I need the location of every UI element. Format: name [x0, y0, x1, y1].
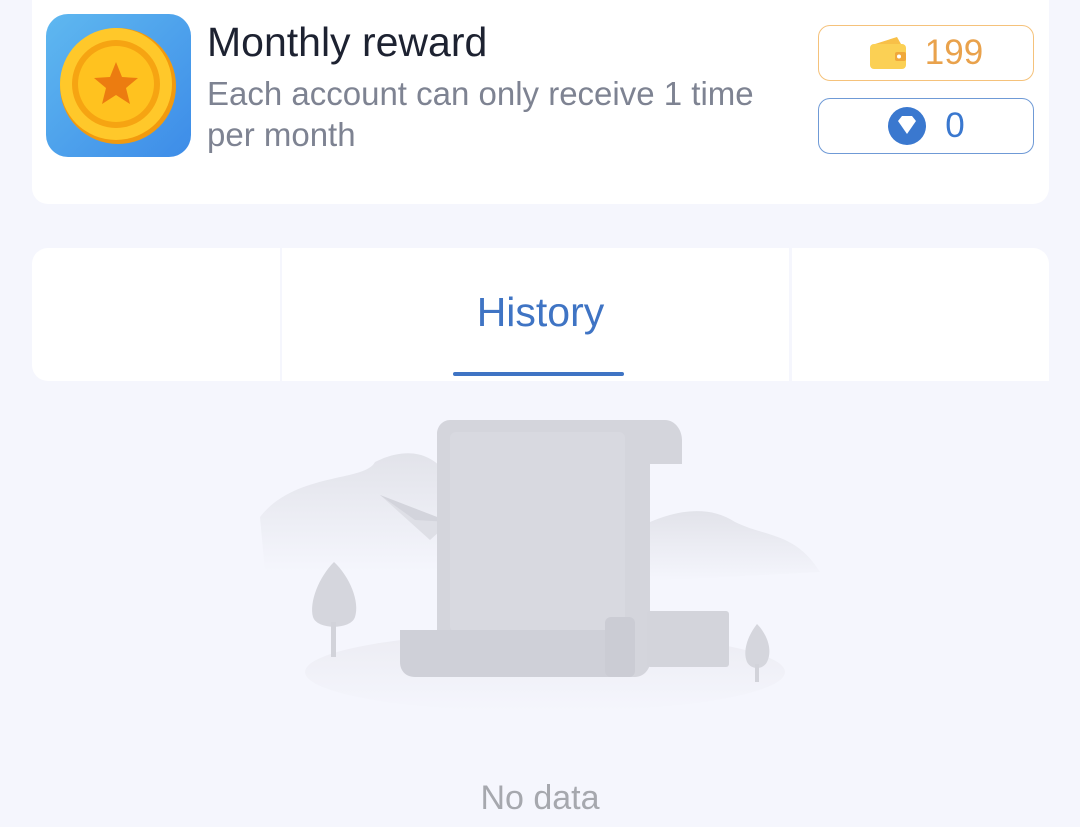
coin-star-icon [46, 14, 191, 157]
diamond-icon [888, 107, 927, 145]
reward-description: Each account can only receive 1 time per… [207, 75, 754, 153]
coins-badge[interactable]: 199 [818, 25, 1034, 81]
tab-history-label[interactable]: History [32, 288, 1049, 336]
gems-value: 0 [945, 106, 965, 145]
empty-scroll-illustration [255, 412, 825, 712]
wallet-icon [869, 37, 906, 69]
empty-state-text: No data [480, 779, 600, 817]
tab-active-indicator [453, 372, 624, 376]
tab-bar: History [32, 248, 1049, 381]
gems-badge[interactable]: 0 [818, 98, 1034, 154]
coins-value: 199 [924, 33, 984, 72]
reward-title: Monthly reward [207, 19, 488, 65]
